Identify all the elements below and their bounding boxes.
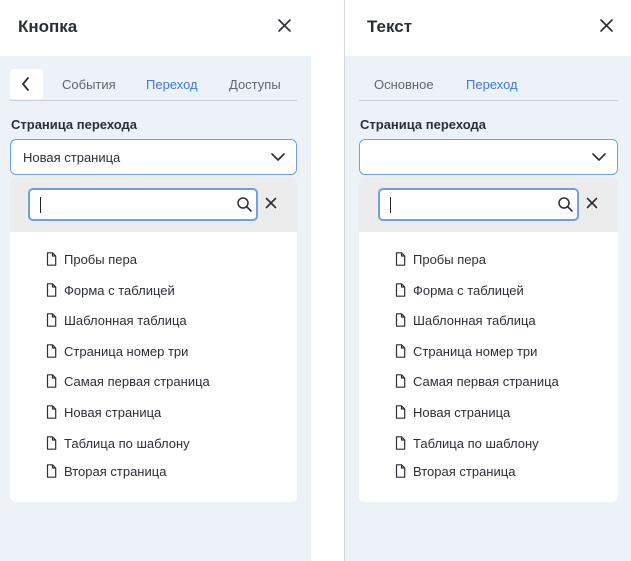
close-icon[interactable] <box>275 16 295 36</box>
button-properties-panel: Кнопка События Переход Доступы Страница … <box>0 0 311 561</box>
clear-icon[interactable] <box>586 197 598 209</box>
clear-icon[interactable] <box>265 197 277 209</box>
document-icon <box>395 344 406 358</box>
text-caret <box>40 197 41 213</box>
panel-header: Кнопка <box>0 0 311 56</box>
document-icon <box>395 374 406 388</box>
close-icon[interactable] <box>597 16 617 36</box>
document-icon <box>46 313 57 327</box>
tab-transition[interactable]: Переход <box>466 77 518 92</box>
page-dropdown: Пробы пера Форма с таблицей Шаблонная та… <box>359 178 618 502</box>
document-icon <box>46 405 57 419</box>
document-icon <box>46 344 57 358</box>
panel-header: Текст <box>345 0 631 56</box>
chevron-down-icon <box>271 153 285 161</box>
page-item-label: Форма с таблицей <box>64 283 175 298</box>
document-icon <box>395 405 406 419</box>
panel-title: Кнопка <box>18 17 78 36</box>
page-item-label: Пробы пера <box>413 252 486 267</box>
page-search-input[interactable] <box>378 188 579 221</box>
page-item-label: Пробы пера <box>64 252 137 267</box>
document-icon <box>395 252 406 266</box>
page-item-label: Самая первая страница <box>413 374 559 389</box>
text-properties-panel: Текст Основное Переход Страница перехода… <box>344 0 631 561</box>
page-item-label: Страница номер три <box>64 344 189 359</box>
tab-general[interactable]: Основное <box>374 77 434 92</box>
target-page-select[interactable] <box>359 139 618 175</box>
document-icon <box>46 464 57 478</box>
chevron-down-icon <box>592 153 606 161</box>
search-icon[interactable] <box>236 196 253 213</box>
page-item-label: Страница номер три <box>413 344 538 359</box>
page-item-label: Самая первая страница <box>64 374 210 389</box>
page-item-label: Таблица по шаблону <box>64 436 190 451</box>
tab-transition[interactable]: Переход <box>146 77 198 92</box>
tab-access[interactable]: Доступы <box>229 77 281 92</box>
document-icon <box>395 283 406 297</box>
page-item-label: Вторая страница <box>413 464 516 479</box>
dropdown-search-bar <box>359 178 618 232</box>
target-page-select[interactable]: Новая страница <box>10 139 297 175</box>
search-icon[interactable] <box>557 196 574 213</box>
target-page-label: Страница перехода <box>11 117 138 132</box>
text-caret <box>390 197 391 213</box>
page-search-input[interactable] <box>28 188 258 221</box>
document-icon <box>46 436 57 450</box>
panel-gap <box>311 0 344 561</box>
panel-title: Текст <box>367 17 413 36</box>
tab-bar: Основное Переход <box>359 68 618 101</box>
selected-page-value: Новая страница <box>23 150 121 165</box>
document-icon <box>46 374 57 388</box>
page-item-label: Таблица по шаблону <box>413 436 539 451</box>
target-page-label: Страница перехода <box>360 117 487 132</box>
page-item-label: Новая страница <box>64 405 162 420</box>
document-icon <box>46 283 57 297</box>
page-item-label: Новая страница <box>413 405 511 420</box>
document-icon <box>395 313 406 327</box>
document-icon <box>395 436 406 450</box>
page-dropdown: Пробы пера Форма с таблицей Шаблонная та… <box>10 178 297 502</box>
dropdown-search-bar <box>10 178 297 232</box>
page-item-label: Форма с таблицей <box>413 283 524 298</box>
document-icon <box>46 252 57 266</box>
tab-bar: События Переход Доступы <box>10 68 297 101</box>
tabs-back-button[interactable] <box>10 69 43 99</box>
page-item-label: Шаблонная таблица <box>64 313 187 328</box>
chevron-left-icon <box>22 77 29 91</box>
page-item-label: Вторая страница <box>64 464 167 479</box>
tab-events[interactable]: События <box>62 77 116 92</box>
document-icon <box>395 464 406 478</box>
page-item-label: Шаблонная таблица <box>413 313 536 328</box>
